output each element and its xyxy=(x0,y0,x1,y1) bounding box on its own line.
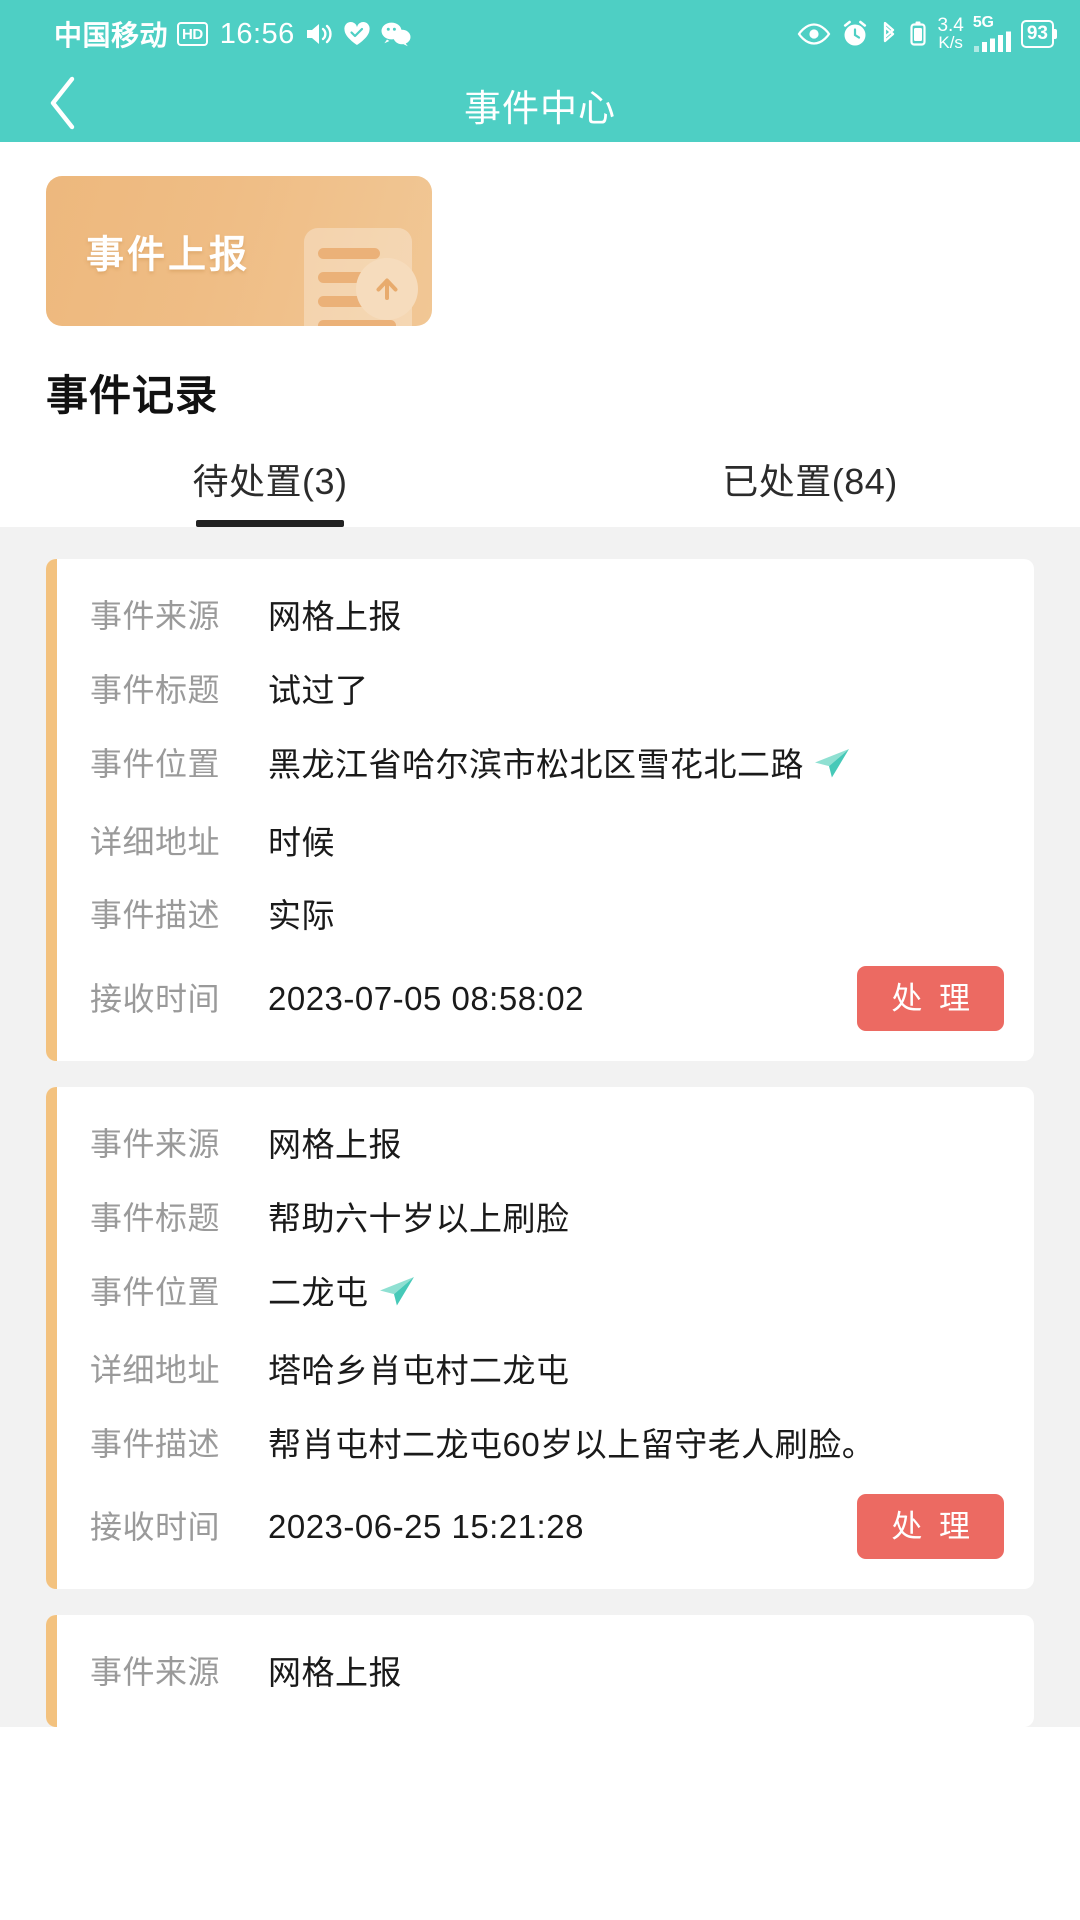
event-source-label: 事件来源 xyxy=(90,1654,221,1691)
app-screen: 中国移动 HD 16:56 3.4 K/s 5G 93 事件中心 事件上报 事件… xyxy=(0,0,1080,1920)
alarm-icon xyxy=(841,20,869,48)
event-title-value: 试过了 xyxy=(268,671,369,709)
event-source-label: 事件来源 xyxy=(90,598,221,634)
volume-icon xyxy=(304,21,334,47)
event-location-row: 事件位置 二龙屯 xyxy=(90,1269,1004,1321)
event-title-row: 事件标题 试过了 xyxy=(90,667,1004,715)
event-description-row: 事件描述 帮肖屯村二龙屯60岁以上留守老人刷脸。 xyxy=(90,1421,1004,1469)
event-title-label: 事件标题 xyxy=(90,671,221,708)
wechat-icon xyxy=(380,21,412,47)
event-tabs: 待处置(3) 已处置(84) xyxy=(0,423,1080,527)
event-description-label: 事件描述 xyxy=(90,1425,221,1462)
event-description-value: 帮肖屯村二龙屯60岁以上留守老人刷脸。 xyxy=(268,1425,876,1463)
event-location-value: 黑龙江省哈尔滨市松北区雪花北二路 xyxy=(268,745,804,783)
event-time-value: 2023-07-05 08:58:02 xyxy=(268,979,584,1017)
navigate-icon[interactable] xyxy=(377,1273,417,1321)
tab-pending-label: 待处置(3) xyxy=(192,461,348,502)
event-time-row: 接收时间 2023-07-05 08:58:02 处 理 xyxy=(90,966,1004,1032)
bluetooth-icon xyxy=(879,20,899,48)
event-address-row: 详细地址 塔哈乡肖屯村二龙屯 xyxy=(90,1347,1004,1395)
banner-title: 事件上报 xyxy=(86,234,251,277)
battery-level-badge: 93 xyxy=(1020,20,1054,48)
event-time-value: 2023-06-25 15:21:28 xyxy=(268,1508,584,1546)
handle-button[interactable]: 处 理 xyxy=(857,1494,1004,1560)
event-location-row: 事件位置 黑龙江省哈尔滨市松北区雪花北二路 xyxy=(90,741,1004,793)
event-address-row: 详细地址 时候 xyxy=(90,819,1004,867)
event-source-value: 网格上报 xyxy=(268,1654,402,1692)
handle-button[interactable]: 处 理 xyxy=(857,966,1004,1032)
network-type-label: 5G xyxy=(972,14,994,31)
event-time-label: 接收时间 xyxy=(90,980,221,1017)
event-source-value: 网格上报 xyxy=(268,1126,402,1164)
event-source-row: 事件来源 网格上报 xyxy=(90,1121,1004,1169)
event-card[interactable]: 事件来源 网格上报 事件标题 试过了 事件位置 黑龙江省哈尔滨市松北区雪花北二路… xyxy=(46,559,1034,1062)
hd-icon: HD xyxy=(177,22,208,46)
upload-arrow-icon xyxy=(356,258,418,320)
back-button[interactable] xyxy=(28,70,98,140)
event-location-label: 事件位置 xyxy=(90,1273,221,1310)
app-header: 事件中心 xyxy=(0,68,1080,142)
event-address-label: 详细地址 xyxy=(90,1351,221,1388)
battery-saver-icon xyxy=(909,20,927,48)
event-list[interactable]: 事件来源 网格上报 事件标题 试过了 事件位置 黑龙江省哈尔滨市松北区雪花北二路… xyxy=(0,527,1080,1728)
event-card[interactable]: 事件来源 网格上报 事件标题 帮助六十岁以上刷脸 事件位置 二龙屯 详细地址 塔… xyxy=(46,1087,1034,1590)
event-location-label: 事件位置 xyxy=(90,745,221,782)
event-title-row: 事件标题 帮助六十岁以上刷脸 xyxy=(90,1195,1004,1243)
event-description-value: 实际 xyxy=(268,897,335,935)
clock-label: 16:56 xyxy=(219,17,295,50)
event-address-value: 塔哈乡肖屯村二龙屯 xyxy=(268,1351,570,1389)
tab-pending[interactable]: 待处置(3) xyxy=(0,453,540,527)
tab-processed[interactable]: 已处置(84) xyxy=(540,453,1080,527)
eye-icon xyxy=(797,22,831,46)
network-type-indicator: 5G xyxy=(973,15,1011,53)
signal-bars-icon xyxy=(973,31,1011,53)
event-card[interactable]: 事件来源 网格上报 xyxy=(46,1615,1034,1728)
event-report-banner[interactable]: 事件上报 xyxy=(46,176,432,326)
network-speed-unit: K/s xyxy=(938,32,963,52)
event-address-label: 详细地址 xyxy=(90,823,221,860)
event-title-label: 事件标题 xyxy=(90,1200,221,1237)
event-source-row: 事件来源 网格上报 xyxy=(90,593,1004,641)
event-time-label: 接收时间 xyxy=(90,1508,221,1545)
event-location-value-wrap: 黑龙江省哈尔滨市松北区雪花北二路 xyxy=(268,741,1004,793)
event-description-row: 事件描述 实际 xyxy=(90,892,1004,940)
banner-section: 事件上报 xyxy=(0,142,1080,326)
status-bar-right: 3.4 K/s 5G 93 xyxy=(797,15,1054,53)
section-title: 事件记录 xyxy=(0,326,1080,423)
event-title-value: 帮助六十岁以上刷脸 xyxy=(268,1200,570,1238)
event-location-value-wrap: 二龙屯 xyxy=(268,1269,1004,1321)
event-location-value: 二龙屯 xyxy=(268,1273,369,1311)
status-bar-left: 中国移动 HD 16:56 xyxy=(54,14,412,54)
status-bar: 中国移动 HD 16:56 3.4 K/s 5G 93 xyxy=(0,0,1080,68)
event-address-value: 时候 xyxy=(268,823,335,861)
navigate-icon[interactable] xyxy=(812,745,852,793)
event-description-label: 事件描述 xyxy=(90,897,221,934)
chevron-left-icon xyxy=(46,75,80,136)
carrier-label: 中国移动 xyxy=(54,20,169,51)
network-speed-indicator: 3.4 K/s xyxy=(937,16,963,52)
tab-processed-label: 已处置(84) xyxy=(722,461,898,502)
heart-icon xyxy=(343,21,371,47)
event-source-label: 事件来源 xyxy=(90,1126,221,1163)
page-title: 事件中心 xyxy=(464,88,616,129)
event-source-row: 事件来源 网格上报 xyxy=(90,1649,1004,1697)
event-source-value: 网格上报 xyxy=(268,598,402,635)
event-time-row: 接收时间 2023-06-25 15:21:28 处 理 xyxy=(90,1494,1004,1560)
